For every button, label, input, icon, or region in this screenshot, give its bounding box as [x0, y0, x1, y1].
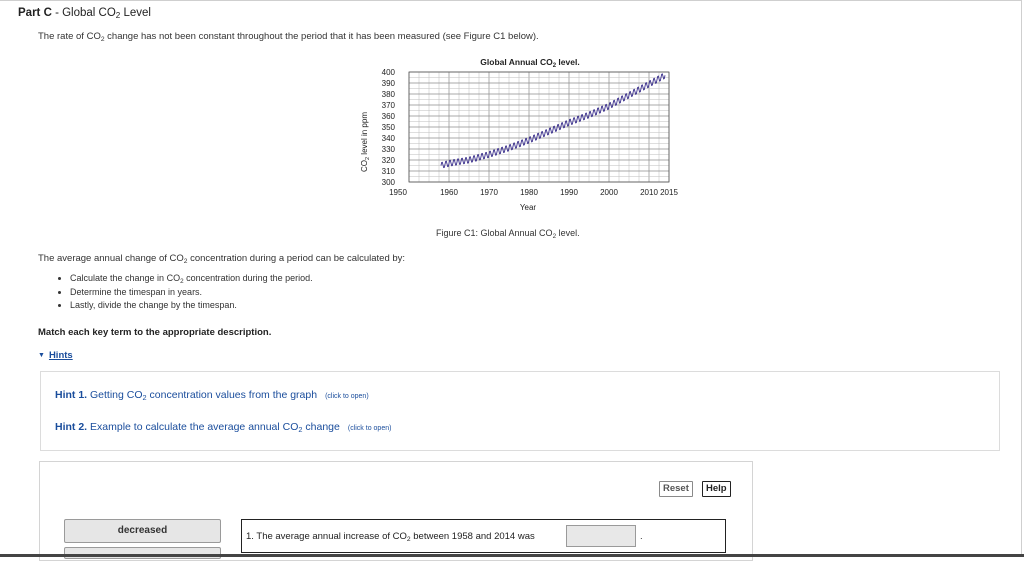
intro-text: The rate of CO2 change has not been cons…: [38, 31, 539, 43]
hint-2-open-link[interactable]: (click to open): [348, 425, 392, 432]
y-tick-labels: 400 390 380 370 360 350 340 330 320 310 300: [382, 68, 396, 187]
y-tick-label: 330: [382, 145, 396, 154]
step-item: Lastly, divide the change by the timespa…: [70, 299, 313, 313]
hints-toggle[interactable]: ▼ Hints: [38, 350, 73, 361]
caret-down-icon: ▼: [38, 352, 45, 359]
y-axis-label: CO2 level in ppm: [360, 112, 371, 172]
drop-target[interactable]: [566, 525, 636, 547]
y-tick-label: 300: [382, 178, 396, 187]
hint-1-open-link[interactable]: (click to open): [325, 393, 369, 400]
term-tile[interactable]: [64, 547, 221, 559]
y-tick-label: 390: [382, 79, 396, 88]
chart-grid: [408, 71, 670, 183]
step-item: Determine the timespan in years.: [70, 286, 313, 300]
statement-1: 1. The average annual increase of CO2 be…: [241, 519, 726, 553]
hint-2[interactable]: Hint 2. Example to calculate the average…: [55, 421, 391, 433]
match-instruction: Match each key term to the appropriate d…: [38, 327, 272, 338]
x-axis-label: Year: [520, 203, 537, 212]
hint-1[interactable]: Hint 1. Getting CO2 concentration values…: [55, 389, 369, 401]
co2-series-line: [440, 73, 666, 169]
hints-panel: Hint 1. Getting CO2 concentration values…: [40, 371, 1000, 451]
x-tick-label: 2000: [600, 188, 618, 197]
x-tick-label: 1960: [440, 188, 458, 197]
x-tick-label: 1980: [520, 188, 538, 197]
statement-1-text: 1. The average annual increase of CO2 be…: [246, 531, 535, 543]
part-title: Part C - Global CO2 Level: [18, 7, 151, 20]
help-button[interactable]: Help: [702, 481, 731, 497]
chart-title: Global Annual CO2 level.: [480, 57, 579, 69]
y-tick-label: 320: [382, 156, 396, 165]
y-tick-label: 400: [382, 68, 396, 77]
y-tick-label: 380: [382, 90, 396, 99]
x-tick-label: 1970: [480, 188, 498, 197]
co2-line-chart: Global Annual CO2 level. CO2 level in pp…: [360, 57, 678, 212]
y-tick-label: 370: [382, 101, 396, 110]
statement-1-end: .: [640, 531, 643, 542]
x-tick-label: 2010: [640, 188, 658, 197]
step-item: Calculate the change in CO2 concentratio…: [70, 272, 313, 286]
x-tick-labels: 1950 1960 1970 1980 1990 2000 2010 2015: [389, 188, 678, 197]
figure-caption: Figure C1: Global Annual CO2 level.: [436, 228, 580, 240]
y-tick-label: 340: [382, 134, 396, 143]
x-tick-label: 1950: [389, 188, 407, 197]
reset-button[interactable]: Reset: [659, 481, 693, 497]
term-tile-decreased[interactable]: decreased: [64, 519, 221, 543]
steps-list: Calculate the change in CO2 concentratio…: [52, 272, 313, 313]
x-tick-label: 2015: [660, 188, 678, 197]
y-tick-label: 350: [382, 123, 396, 132]
y-tick-label: 310: [382, 167, 396, 176]
average-change-text: The average annual change of CO2 concent…: [38, 253, 406, 265]
x-tick-label: 1990: [560, 188, 578, 197]
y-tick-label: 360: [382, 112, 396, 121]
